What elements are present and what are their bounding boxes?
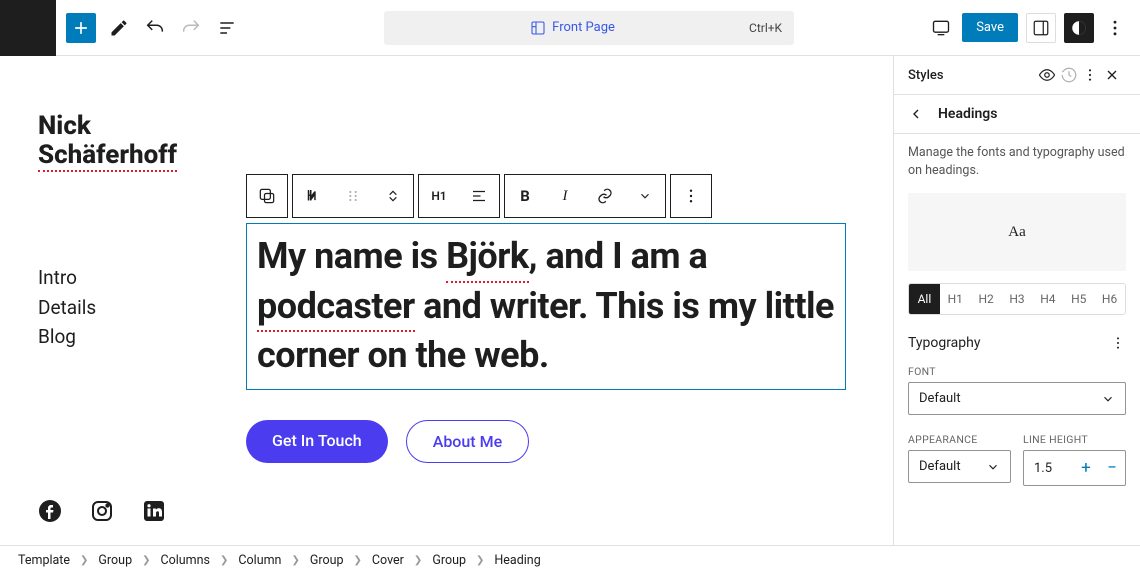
history-icon[interactable] bbox=[1060, 66, 1082, 84]
panel-sub[interactable]: Headings bbox=[894, 95, 1140, 134]
lineheight-stepper[interactable]: 1.5 + − bbox=[1023, 450, 1126, 486]
crumb[interactable]: Column bbox=[238, 553, 281, 568]
font-caption: FONT bbox=[894, 359, 1140, 382]
typography-section: Typography bbox=[894, 327, 1140, 359]
two-col: APPEARANCE Default LINE HEIGHT 1.5 + − bbox=[894, 427, 1140, 486]
typography-more-icon[interactable] bbox=[1110, 335, 1126, 351]
more-format-icon[interactable] bbox=[625, 175, 665, 217]
shortcut-label: Ctrl+K bbox=[749, 21, 782, 35]
link-icon[interactable] bbox=[585, 175, 625, 217]
parent-block-icon[interactable] bbox=[247, 175, 287, 217]
center-bar: Front Page Ctrl+K bbox=[250, 11, 928, 45]
save-button[interactable]: Save bbox=[962, 13, 1018, 42]
align-icon[interactable] bbox=[459, 175, 499, 217]
facebook-icon[interactable] bbox=[38, 499, 62, 523]
wp-logo[interactable] bbox=[0, 0, 56, 56]
top-bar: Front Page Ctrl+K Save bbox=[0, 0, 1140, 56]
site-title[interactable]: Nick Schäferhoff bbox=[38, 112, 873, 169]
crumb[interactable]: Heading bbox=[494, 553, 540, 568]
move-icon[interactable] bbox=[373, 175, 413, 217]
crumb[interactable]: Cover bbox=[372, 553, 404, 568]
typography-label: Typography bbox=[908, 335, 1110, 351]
block-toolbar: H1 B I bbox=[246, 174, 846, 218]
crumb[interactable]: Group bbox=[98, 553, 132, 568]
heading-text: My name is bbox=[257, 235, 446, 277]
chevron-down-icon bbox=[986, 460, 1000, 474]
panel-title: Styles bbox=[908, 68, 1038, 83]
heading-level-button[interactable]: H1 bbox=[419, 175, 459, 217]
level-h3[interactable]: H3 bbox=[1002, 284, 1033, 314]
breadcrumbs: Template❯ Group❯ Columns❯ Column❯ Group❯… bbox=[0, 545, 1140, 575]
add-block-button[interactable] bbox=[66, 13, 96, 43]
social-links bbox=[38, 499, 166, 523]
font-select[interactable]: Default bbox=[908, 382, 1126, 415]
lineheight-caption: LINE HEIGHT bbox=[1023, 427, 1126, 450]
italic-icon[interactable]: I bbox=[545, 175, 585, 217]
about-me-button[interactable]: About Me bbox=[406, 420, 529, 463]
typography-preview: Aa bbox=[908, 193, 1126, 271]
more-menu-icon[interactable] bbox=[1102, 15, 1128, 41]
eye-icon[interactable] bbox=[1038, 66, 1060, 84]
block-options-icon[interactable] bbox=[671, 175, 711, 217]
decrement-button[interactable]: − bbox=[1099, 458, 1125, 478]
panel-desc: Manage the fonts and typography used on … bbox=[894, 134, 1140, 189]
site-title-first: Nick bbox=[38, 112, 873, 141]
hero-column: H1 B I My name is Björk, and I am a podc… bbox=[246, 174, 846, 463]
increment-button[interactable]: + bbox=[1073, 458, 1099, 478]
instagram-icon[interactable] bbox=[90, 499, 114, 523]
get-in-touch-button[interactable]: Get In Touch bbox=[246, 420, 388, 463]
body-row: Nick Schäferhoff Intro Details Blog bbox=[0, 56, 1140, 545]
edit-icon[interactable] bbox=[106, 15, 132, 41]
crumb[interactable]: Group bbox=[310, 553, 344, 568]
styles-toggle[interactable] bbox=[1064, 13, 1094, 43]
styles-panel: Styles Headings Manage the fonts and typ… bbox=[893, 56, 1140, 545]
page-selector[interactable]: Front Page Ctrl+K bbox=[384, 11, 794, 45]
font-value: Default bbox=[919, 391, 961, 406]
panel-header: Styles bbox=[894, 56, 1140, 95]
site-title-last: Schäferhoff bbox=[38, 141, 177, 170]
lineheight-value: 1.5 bbox=[1024, 461, 1073, 476]
top-right: Save bbox=[928, 13, 1140, 43]
back-icon[interactable] bbox=[908, 106, 924, 122]
panel-sub-label: Headings bbox=[938, 106, 997, 122]
device-preview-icon[interactable] bbox=[928, 15, 954, 41]
crumb[interactable]: Template bbox=[18, 553, 70, 568]
linkedin-icon[interactable] bbox=[142, 499, 166, 523]
crumb[interactable]: Group bbox=[432, 553, 466, 568]
appearance-select[interactable]: Default bbox=[908, 450, 1011, 483]
top-tools bbox=[56, 13, 250, 43]
heading-level-selector: All H1 H2 H3 H4 H5 H6 bbox=[908, 283, 1126, 315]
heading-text: Björk bbox=[446, 232, 529, 282]
level-h1[interactable]: H1 bbox=[940, 284, 971, 314]
appearance-caption: APPEARANCE bbox=[908, 427, 1011, 450]
bold-icon[interactable]: B bbox=[505, 175, 545, 217]
level-h6[interactable]: H6 bbox=[1094, 284, 1125, 314]
heading-text: , and I am a bbox=[529, 235, 708, 277]
heading-text: podcaster bbox=[257, 282, 415, 332]
crumb[interactable]: Columns bbox=[160, 553, 210, 568]
panel-more-icon[interactable] bbox=[1082, 67, 1104, 83]
close-icon[interactable] bbox=[1104, 67, 1126, 83]
chevron-down-icon bbox=[1101, 392, 1115, 406]
heading-block-icon[interactable] bbox=[293, 175, 333, 217]
drag-handle-icon[interactable] bbox=[333, 175, 373, 217]
level-h5[interactable]: H5 bbox=[1063, 284, 1094, 314]
cta-row: Get In Touch About Me bbox=[246, 420, 846, 463]
redo-icon[interactable] bbox=[178, 15, 204, 41]
undo-icon[interactable] bbox=[142, 15, 168, 41]
list-view-icon[interactable] bbox=[214, 15, 240, 41]
page-label: Front Page bbox=[552, 20, 615, 35]
level-h2[interactable]: H2 bbox=[971, 284, 1002, 314]
level-h4[interactable]: H4 bbox=[1032, 284, 1063, 314]
canvas: Nick Schäferhoff Intro Details Blog bbox=[0, 56, 893, 545]
sidebar-toggle-left[interactable] bbox=[1026, 13, 1056, 43]
level-all[interactable]: All bbox=[909, 284, 940, 314]
layout-icon bbox=[530, 20, 546, 36]
heading-block[interactable]: My name is Björk, and I am a podcaster a… bbox=[246, 223, 846, 390]
appearance-value: Default bbox=[919, 459, 961, 474]
